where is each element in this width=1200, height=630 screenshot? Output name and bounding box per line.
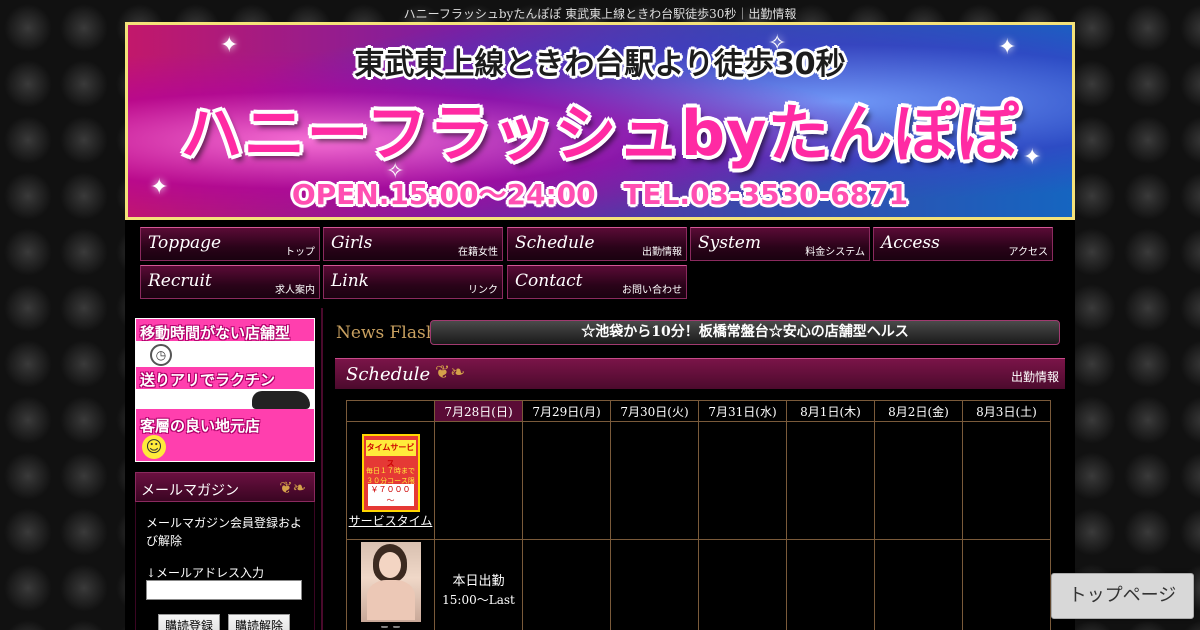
thumb-ad-price: ￥７０００～ (367, 484, 414, 506)
nav-link[interactable]: Link リンク (323, 265, 503, 299)
date-header: 7月31日(水) (698, 400, 787, 422)
banner-station-text: 東武東上線ときわ台駅より徒歩30秒 (354, 47, 846, 82)
profile-link[interactable]: サービスタイム (347, 514, 434, 529)
schedule-cell (434, 421, 523, 540)
mail-address-label: ↓メールアドレス入力 (146, 566, 265, 580)
nav-label-en: Recruit (148, 271, 212, 291)
mail-heading-text: メールマガジン (141, 483, 239, 499)
nav-label-en: Toppage (148, 233, 222, 253)
toppage-button[interactable]: トップページ (1051, 573, 1194, 619)
shift-time: 15:00～Last (442, 593, 515, 607)
nav-label-en: System (698, 233, 761, 253)
schedule-cell (522, 421, 611, 540)
schedule-cell (874, 539, 963, 630)
ad-text-line: 送りアリでラクチン (140, 371, 276, 389)
nav-toppage[interactable]: Toppage トップ (140, 227, 320, 261)
date-header: 7月29日(月) (522, 400, 611, 422)
mail-address-input[interactable] (146, 580, 302, 600)
date-header: 8月2日(金) (874, 400, 963, 422)
banner-hours-phone: OPEN.15:00～24:00 TEL.03-3530-6871 (291, 178, 909, 211)
ornament-icon: ❦❧ (435, 362, 466, 383)
girl-photo[interactable] (360, 542, 421, 622)
nav-label-ja: リンク (468, 285, 498, 296)
nav-label-ja: 出勤情報 (642, 247, 682, 258)
schedule-cell (698, 421, 787, 540)
nav-schedule[interactable]: Schedule 出勤情報 (507, 227, 687, 261)
schedule-cell (522, 539, 611, 630)
schedule-cell (786, 421, 875, 540)
subscribe-button[interactable]: 購読登録 (158, 614, 221, 630)
thumb-ad-top: タイムサービス (365, 440, 416, 468)
schedule-corner-cell (346, 400, 435, 422)
ad-text-line: 客層の良い地元店 (140, 417, 261, 435)
schedule-cell (698, 539, 787, 630)
schedule-cell (786, 539, 875, 630)
schedule-header-row: 7月28日(日) 7月29日(月) 7月30日(火) 7月31日(水) 8月1日… (346, 400, 1051, 422)
nav-label-ja: トップ (285, 247, 315, 258)
nav-label-en: Link (331, 271, 369, 291)
nav-label-en: Access (881, 233, 940, 253)
nav-label-ja: 料金システム (805, 247, 865, 258)
table-row: ここ 本日出勤 15:00～Last (346, 539, 1051, 630)
photo-body (366, 580, 415, 620)
schedule-cell (962, 539, 1051, 630)
mail-description: メールマガジン会員登録および解除 (146, 516, 303, 548)
photo-face (378, 552, 401, 578)
schedule-table: 7月28日(日) 7月29日(月) 7月30日(火) 7月31日(水) 8月1日… (346, 400, 1051, 630)
nav-label-ja: 在籍女性 (458, 247, 498, 258)
nav-contact[interactable]: Contact お問い合わせ (507, 265, 687, 299)
service-time-thumbnail[interactable]: タイムサービス 毎日１７時まで ３０分コース限定 ￥７０００～ (361, 434, 420, 512)
main-container: ✦ ✦ ✧ ✦ ✦ ✧ 東武東上線ときわ台駅より徒歩30秒 ハニーフラッシュby… (125, 22, 1075, 630)
nav-girls[interactable]: Girls 在籍女性 (323, 227, 503, 261)
profile-cell: タイムサービス 毎日１７時まで ３０分コース限定 ￥７０００～ サービスタイム (346, 421, 435, 540)
mail-magazine-box: メールマガジン会員登録および解除 ↓メールアドレス入力 購読登録 購読解除 (135, 502, 315, 630)
nav-label-ja: アクセス (1008, 247, 1049, 258)
nav-recruit[interactable]: Recruit 求人案内 (140, 265, 320, 299)
date-header: 8月3日(土) (962, 400, 1051, 422)
schedule-cell (962, 421, 1051, 540)
nav-system[interactable]: System 料金システム (690, 227, 870, 261)
nav-label-en: Contact (515, 271, 583, 291)
schedule-cell (610, 539, 699, 630)
nav-label-ja: お問い合わせ (622, 285, 682, 296)
clock-icon: ◷ (150, 344, 172, 366)
schedule-heading-ja: 出勤情報 (1010, 370, 1059, 384)
profile-link[interactable]: ここ (347, 624, 434, 630)
ad-text-line: 移動時間がない店舗型 (140, 324, 291, 342)
ornament-icon: ❦❧ (279, 478, 306, 497)
nav-label-ja: 求人案内 (275, 285, 315, 296)
schedule-cell: 本日出勤 15:00～Last (434, 539, 523, 630)
nav-label-en: Girls (331, 233, 373, 253)
news-flash-ticker[interactable]: ☆池袋から10分！板橋常盤台☆安心の店舗型ヘルス (430, 320, 1060, 345)
mail-magazine-heading: メールマガジン ❦❧ (135, 472, 315, 502)
date-header: 7月30日(火) (610, 400, 699, 422)
schedule-cell (610, 421, 699, 540)
table-row: タイムサービス 毎日１７時まで ３０分コース限定 ￥７０００～ サービスタイム (346, 421, 1051, 540)
schedule-cell (874, 421, 963, 540)
nav-access[interactable]: Access アクセス (873, 227, 1053, 261)
banner-shop-name: ハニーフラッシュbyたんぽぽ (180, 97, 1020, 170)
page-title: ハニーフラッシュbyたんぽぽ 東武東上線ときわ台駅徒歩30秒｜出勤情報 (403, 7, 797, 21)
date-header: 7月28日(日) (434, 400, 523, 422)
smiley-icon: ☺ (142, 435, 166, 459)
car-icon (252, 391, 310, 409)
date-header: 8月1日(木) (786, 400, 875, 422)
column-divider (321, 308, 323, 630)
header-banner[interactable]: ✦ ✦ ✧ ✦ ✦ ✧ 東武東上線ときわ台駅より徒歩30秒 ハニーフラッシュby… (125, 22, 1075, 220)
schedule-heading: Schedule ❦❧ 出勤情報 (335, 358, 1065, 389)
schedule-heading-en: Schedule (346, 364, 431, 385)
shift-status: 本日出勤 (452, 574, 505, 589)
unsubscribe-button[interactable]: 購読解除 (228, 614, 291, 630)
profile-cell: ここ (346, 539, 435, 630)
news-flash-label: News Flash (336, 323, 437, 343)
nav-label-en: Schedule (515, 233, 595, 253)
side-ad-banner[interactable]: 移動時間がない店舗型 ◷ 送りアリでラクチン 客層の良い地元店 ☺ (135, 318, 315, 462)
